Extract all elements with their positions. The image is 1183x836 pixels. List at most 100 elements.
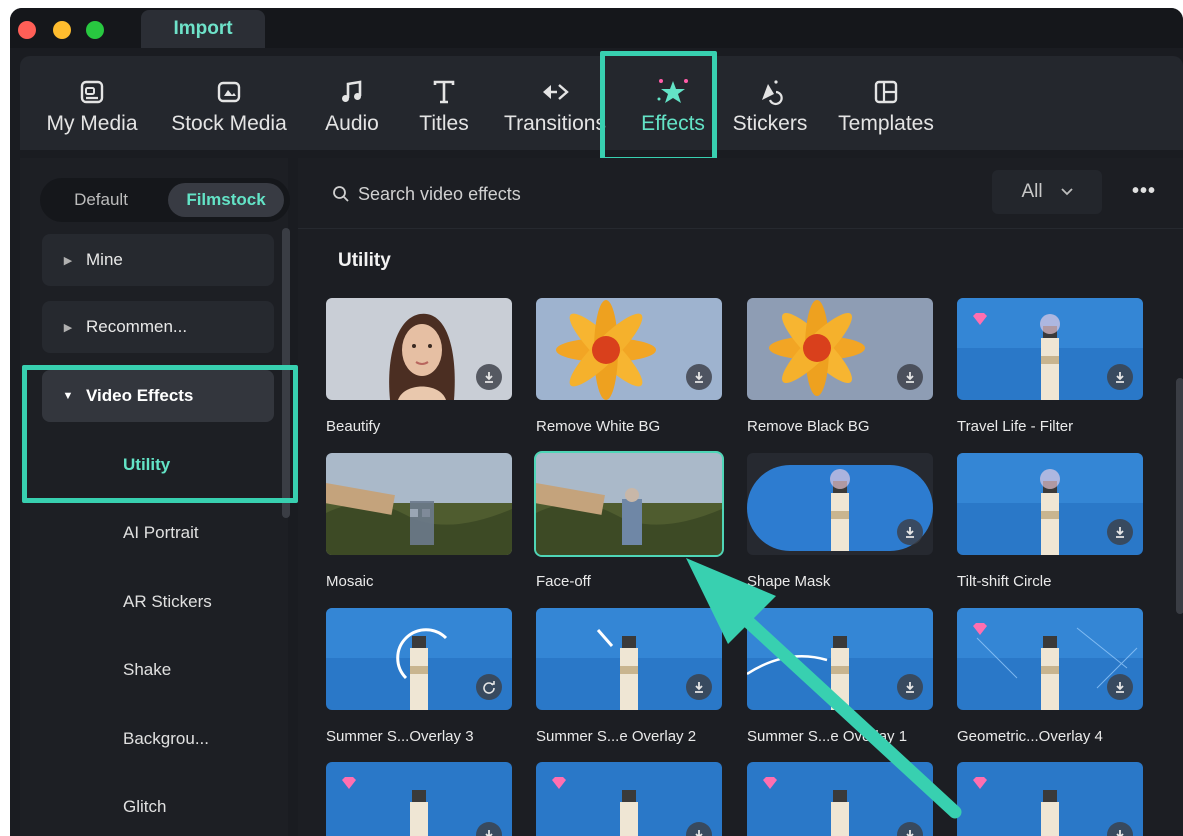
effect-card-row4-1[interactable] (326, 762, 512, 836)
effect-card-face-off[interactable]: Face-off (534, 451, 724, 590)
effect-thumbnail (536, 298, 722, 400)
effect-thumbnail (747, 298, 933, 400)
download-icon[interactable] (897, 674, 923, 700)
effect-card-summer-overlay-3[interactable]: Summer S...Overlay 3 (326, 608, 512, 745)
tool-my-media[interactable]: My Media (42, 76, 142, 140)
tool-stickers[interactable]: Stickers (724, 76, 816, 140)
tool-label: My Media (46, 112, 138, 135)
effect-card-row4-2[interactable] (536, 762, 722, 836)
download-icon[interactable] (476, 364, 502, 390)
section-title: Utility (338, 250, 391, 271)
stock-media-icon (216, 76, 242, 108)
tool-label: Audio (325, 112, 379, 135)
filter-value: All (1021, 181, 1043, 202)
download-icon[interactable] (897, 364, 923, 390)
transition-arrows-icon (540, 76, 570, 108)
source-segmented-control: Default Filmstock (40, 178, 290, 222)
effect-thumbnail-selected (534, 451, 724, 557)
download-icon[interactable] (897, 519, 923, 545)
caret-right-icon: ▶ (63, 254, 73, 267)
effect-card-summer-overlay-2[interactable]: Summer S...e Overlay 2 (536, 608, 722, 745)
effect-card-row4-3[interactable] (747, 762, 933, 836)
tool-transitions[interactable]: Transitions (500, 76, 610, 140)
tool-label: Transitions (504, 112, 606, 135)
effect-card-travel-life-filter[interactable]: Travel Life - Filter (957, 298, 1143, 435)
effect-card-row4-4[interactable] (957, 762, 1143, 836)
effect-card-remove-black-bg[interactable]: Remove Black BG (747, 298, 933, 435)
effect-thumbnail (326, 298, 512, 400)
filter-dropdown[interactable]: All (992, 170, 1102, 214)
download-icon[interactable] (686, 364, 712, 390)
refresh-icon[interactable] (476, 674, 502, 700)
subcategory-glitch[interactable]: Glitch (123, 797, 166, 817)
effect-card-remove-white-bg[interactable]: Remove White BG (536, 298, 722, 435)
effect-card-tilt-shift-circle[interactable]: Tilt-shift Circle (957, 453, 1143, 590)
effect-thumbnail (957, 453, 1143, 555)
title-bar: Import (10, 8, 1183, 48)
category-mine[interactable]: ▶ Mine (42, 234, 274, 286)
download-icon[interactable] (1107, 674, 1133, 700)
effect-label: Travel Life - Filter (957, 418, 1074, 435)
effect-thumbnail (326, 453, 512, 555)
tool-titles[interactable]: Titles (406, 76, 482, 140)
import-tab[interactable]: Import (141, 10, 265, 48)
effects-browser: Search video effects All ••• Utility Bea… (298, 158, 1183, 836)
download-icon[interactable] (1107, 519, 1133, 545)
premium-gem-icon (340, 776, 358, 795)
effect-label: Remove White BG (536, 418, 661, 435)
effect-thumbnail (536, 762, 722, 836)
video-effects-highlight-box (22, 365, 298, 503)
effect-card-mosaic[interactable]: Mosaic (326, 453, 512, 590)
effect-thumbnail (326, 762, 512, 836)
category-label: Recommen... (86, 317, 188, 336)
segment-default[interactable]: Default (46, 183, 156, 217)
effect-label: Remove Black BG (747, 418, 870, 435)
app-window: Import My Media Stock Media Audio Titles… (10, 8, 1183, 836)
effect-thumbnail (536, 608, 722, 710)
subcategory-ar-stickers[interactable]: AR Stickers (123, 592, 212, 612)
subcategory-shake[interactable]: Shake (123, 660, 171, 680)
effect-card-geometric-overlay-4[interactable]: Geometric...Overlay 4 (957, 608, 1143, 745)
premium-gem-icon (971, 622, 989, 641)
effects-highlight-box (600, 51, 717, 162)
search-input[interactable]: Search video effects (358, 184, 521, 205)
effect-card-shape-mask[interactable]: Shape Mask (747, 453, 933, 590)
effect-thumbnail (957, 762, 1143, 836)
music-note-icon (340, 76, 364, 108)
search-icon (333, 186, 349, 202)
premium-gem-icon (971, 776, 989, 795)
download-icon[interactable] (686, 674, 712, 700)
effect-label: Tilt-shift Circle (957, 573, 1052, 590)
template-grid-icon (873, 76, 899, 108)
tool-templates[interactable]: Templates (828, 76, 944, 140)
effect-thumbnail (957, 608, 1143, 710)
effect-label: Summer S...e Overlay 1 (747, 728, 908, 745)
effect-label: Beautify (326, 418, 381, 435)
effect-card-beautify[interactable]: Beautify (326, 298, 512, 435)
effect-label: Mosaic (326, 573, 374, 590)
effect-card-summer-overlay-1[interactable]: Summer S...e Overlay 1 (747, 608, 933, 745)
effect-thumbnail (747, 608, 933, 710)
tool-stock-media[interactable]: Stock Media (164, 76, 294, 140)
tool-label: Stock Media (171, 112, 287, 135)
media-icon (79, 76, 105, 108)
segment-filmstock[interactable]: Filmstock (168, 183, 284, 217)
premium-gem-icon (971, 312, 989, 331)
category-label: Mine (86, 250, 123, 269)
search-bar[interactable]: Search video effects (332, 176, 972, 212)
effect-label: Geometric...Overlay 4 (957, 728, 1103, 745)
category-recommended[interactable]: ▶ Recommen... (42, 301, 274, 353)
content-scrollbar[interactable] (1176, 378, 1183, 614)
more-options-button[interactable]: ••• (1132, 180, 1156, 203)
effect-thumbnail (747, 762, 933, 836)
maximize-window-button[interactable] (86, 21, 104, 39)
effect-thumbnail (747, 453, 933, 555)
subcategory-ai-portrait[interactable]: AI Portrait (123, 523, 199, 543)
effect-label: Summer S...e Overlay 2 (536, 728, 697, 745)
subcategory-background[interactable]: Backgrou... (123, 729, 209, 749)
close-window-button[interactable] (18, 21, 36, 39)
tool-audio[interactable]: Audio (314, 76, 390, 140)
minimize-window-button[interactable] (53, 21, 71, 39)
download-icon[interactable] (1107, 364, 1133, 390)
premium-gem-icon (550, 776, 568, 795)
